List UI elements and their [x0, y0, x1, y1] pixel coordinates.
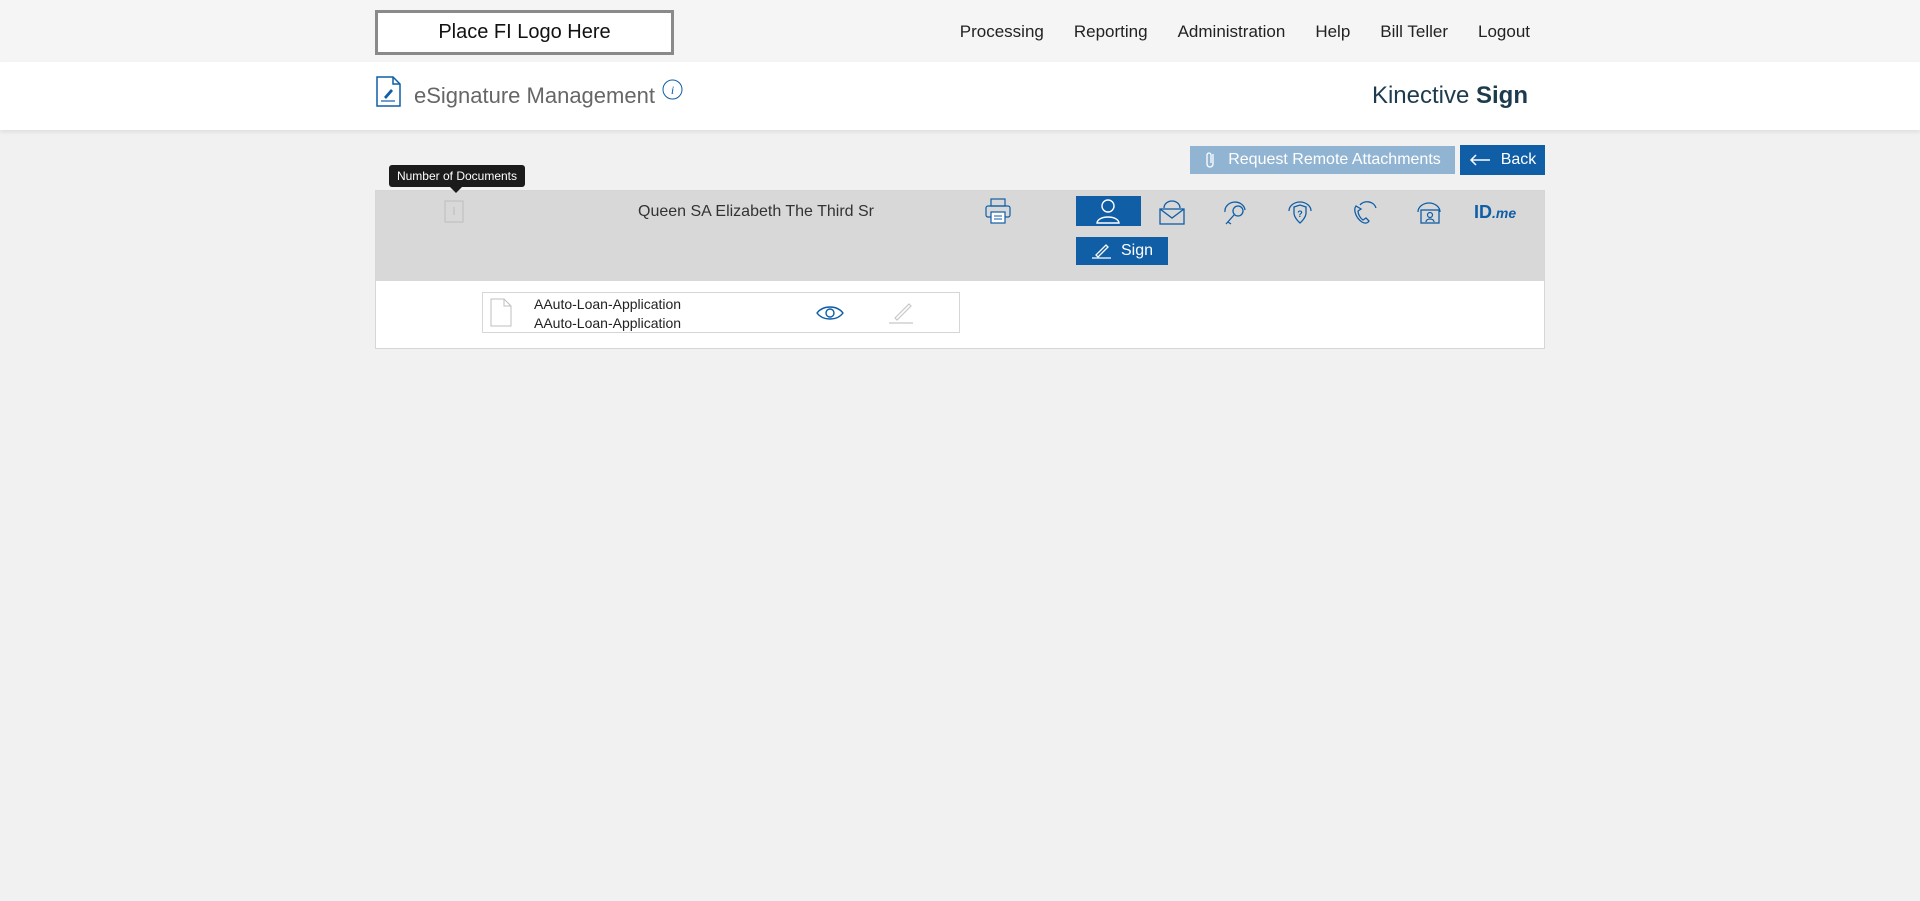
- kba-icon[interactable]: ?: [1284, 196, 1316, 228]
- brand-bold: Sign: [1476, 82, 1528, 109]
- page-header: eSignature Management i Kinective Sign: [0, 62, 1920, 130]
- document-row: AAuto-Loan-Application AAuto-Loan-Applic…: [482, 292, 960, 333]
- page-title: eSignature Management: [414, 83, 655, 108]
- nav-logout[interactable]: Logout: [1478, 22, 1530, 42]
- brand-regular: Kinective: [1371, 82, 1470, 109]
- svg-text:i: i: [671, 83, 674, 97]
- phone-icon[interactable]: [1348, 196, 1380, 228]
- arrow-left-icon: [1469, 154, 1490, 166]
- fi-logo-placeholder: Place FI Logo Here: [375, 10, 674, 55]
- back-label: Back: [1500, 151, 1537, 168]
- sign-button[interactable]: Sign: [1076, 237, 1168, 265]
- passcode-icon[interactable]: [1219, 196, 1251, 228]
- nav-user[interactable]: Bill Teller: [1380, 22, 1448, 42]
- remote-id-icon[interactable]: [1413, 196, 1445, 228]
- main-nav: Processing Reporting Administration Help…: [930, 22, 1530, 42]
- document-name-secondary: AAuto-Loan-Application: [534, 315, 682, 331]
- eye-icon[interactable]: [816, 304, 844, 322]
- request-remote-attachments-button[interactable]: Request Remote Attachments: [1190, 146, 1455, 174]
- top-bar: Place FI Logo Here Processing Reporting …: [0, 0, 1920, 62]
- info-icon[interactable]: i: [662, 79, 683, 100]
- pen-icon: [1091, 244, 1111, 259]
- tooltip: Number of Documents: [389, 165, 525, 193]
- idme-icon[interactable]: ID.me: [1474, 202, 1516, 223]
- document-name: AAuto-Loan-Application: [534, 296, 682, 312]
- request-remote-attachments-label: Request Remote Attachments: [1228, 151, 1441, 168]
- idme-text-a: ID: [1474, 202, 1492, 222]
- in-person-icon: [1096, 199, 1120, 224]
- nav-help[interactable]: Help: [1315, 22, 1350, 42]
- document-count-icon[interactable]: [442, 199, 466, 224]
- paperclip-icon: [1206, 152, 1214, 168]
- pen-icon[interactable]: [887, 301, 915, 325]
- svg-text:?: ?: [1297, 209, 1303, 219]
- nav-processing[interactable]: Processing: [960, 22, 1044, 42]
- signer-name: Queen SA Elizabeth The Third Sr: [638, 203, 874, 220]
- nav-administration[interactable]: Administration: [1178, 22, 1286, 42]
- brand-logo: Kinective Sign: [1372, 82, 1528, 110]
- document-sign-icon: [376, 76, 401, 107]
- in-person-auth-button[interactable]: [1076, 196, 1141, 226]
- printer-icon[interactable]: [984, 197, 1012, 225]
- nav-reporting[interactable]: Reporting: [1074, 22, 1148, 42]
- idme-text-b: .me: [1492, 205, 1517, 221]
- back-button[interactable]: Back: [1460, 145, 1545, 175]
- email-icon[interactable]: [1156, 196, 1188, 228]
- file-icon: [490, 298, 512, 327]
- sign-label: Sign: [1120, 242, 1154, 259]
